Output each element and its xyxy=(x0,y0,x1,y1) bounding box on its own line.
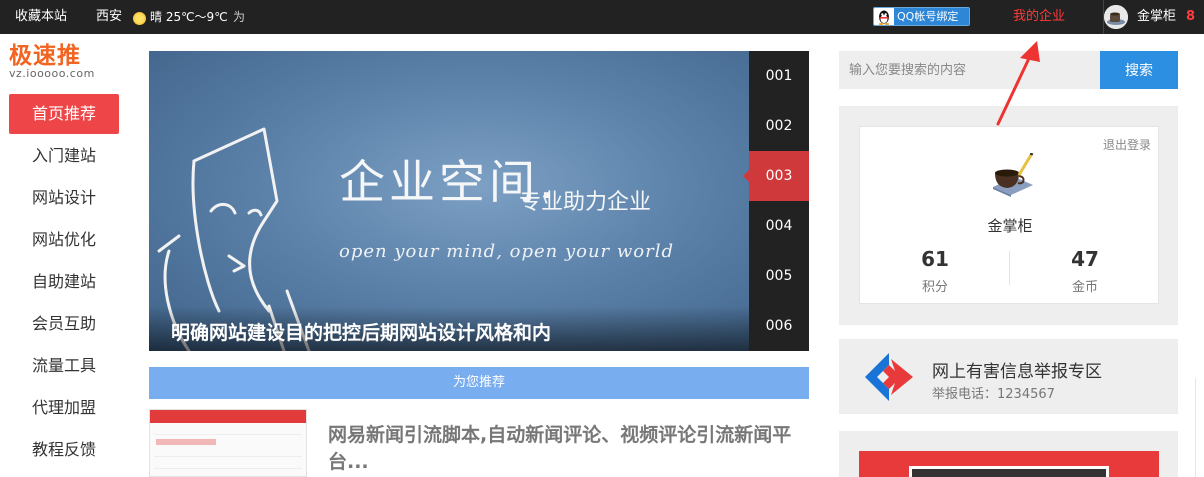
slide-caption-text: 明确网站建设目的把控后期网站设计风格和内 xyxy=(171,322,552,344)
thumbnail-highlight xyxy=(156,439,216,445)
article-thumbnail[interactable] xyxy=(149,409,307,477)
logo-text: 极速推 xyxy=(9,43,81,69)
nav-item-seo[interactable]: 网站优化 xyxy=(9,220,119,262)
points-label: 积分 xyxy=(921,280,948,295)
qq-bind-button[interactable]: QQ帐号绑定 xyxy=(873,7,970,26)
points-value: 61 xyxy=(921,247,949,271)
logo-domain: vz.iooooo.com xyxy=(9,67,95,80)
user-avatar[interactable] xyxy=(1104,5,1128,29)
slide-tab-004[interactable]: 004 xyxy=(749,201,809,251)
report-logo-icon xyxy=(865,353,913,401)
search-button[interactable]: 搜索 xyxy=(1100,51,1178,89)
thumbnail-row xyxy=(154,460,302,469)
notification-count[interactable]: 8 xyxy=(1186,0,1195,34)
nav-item-self-build[interactable]: 自助建站 xyxy=(9,262,119,304)
recommend-header: 为您推荐 xyxy=(149,367,809,399)
nav-item-traffic-tools[interactable]: 流量工具 xyxy=(9,346,119,388)
nav-item-web-design[interactable]: 网站设计 xyxy=(9,178,119,220)
nav-item-tutorial-feedback[interactable]: 教程反馈 xyxy=(9,430,119,472)
slide-tab-005[interactable]: 005 xyxy=(749,251,809,301)
avatar-cup-icon xyxy=(1104,5,1128,29)
page-edge-scrollbar[interactable] xyxy=(1195,378,1204,477)
article-title[interactable]: 网易新闻引流脚本,自动新闻评论、视频评论引流新闻平台... xyxy=(328,422,808,476)
favorite-link[interactable]: 收藏本站 xyxy=(15,0,67,34)
slide-english-slogan: open your mind, open your world xyxy=(339,241,675,262)
my-enterprise-link[interactable]: 我的企业 xyxy=(1013,0,1065,34)
nav-item-home-recommend[interactable]: 首页推荐 xyxy=(9,94,119,134)
thumbnail-row xyxy=(154,448,302,457)
thumbnail-header-strip xyxy=(150,410,306,423)
points-stat: 61 积分 xyxy=(860,247,1010,295)
coins-label: 金币 xyxy=(1071,280,1098,295)
top-bar: 收藏本站 西安 晴 25℃～9℃ 为 QQ帐号绑定 我的企业 金掌柜 8 xyxy=(0,0,1204,34)
qq-bind-label: QQ帐号绑定 xyxy=(894,8,969,25)
slide-tab-001[interactable]: 001 xyxy=(749,51,809,101)
weather-text: 晴 25℃～9℃ xyxy=(150,10,228,24)
ad-banner[interactable] xyxy=(839,431,1178,477)
nav-item-agent[interactable]: 代理加盟 xyxy=(9,388,119,430)
report-phone: 举报电话：1234567 xyxy=(932,387,1055,402)
slide-caption-bar[interactable]: 明确网站建设目的把控后期网站设计风格和内 xyxy=(149,306,749,351)
nav-item-beginner[interactable]: 入门建站 xyxy=(9,136,119,178)
city-label[interactable]: 西安 xyxy=(96,0,122,34)
site-logo[interactable]: 极速推 vz.iooooo.com xyxy=(9,44,129,84)
coins-stat: 47 金币 xyxy=(1010,247,1160,295)
qq-penguin-icon xyxy=(878,10,890,25)
logout-link[interactable]: 退出登录 xyxy=(1103,136,1151,153)
username-link[interactable]: 金掌柜 xyxy=(1137,0,1176,34)
coins-value: 47 xyxy=(1071,247,1099,271)
banner-slider: 企业空间. 专业助力企业 open your mind, open your w… xyxy=(149,51,809,351)
topbar-truncated-text: 为 xyxy=(233,10,246,24)
user-card: 退出登录 金掌柜 61 积分 47 金币 xyxy=(859,126,1159,304)
slide-image[interactable]: 企业空间. 专业助力企业 open your mind, open your w… xyxy=(149,51,749,351)
report-title: 网上有害信息举报专区 xyxy=(932,362,1102,382)
thumbnail-row xyxy=(154,426,302,435)
slide-tab-002[interactable]: 002 xyxy=(749,101,809,151)
annotation-arrow xyxy=(996,41,1040,126)
search-input[interactable] xyxy=(839,51,1100,89)
ad-banner-device xyxy=(909,466,1109,477)
nav-item-member-help[interactable]: 会员互助 xyxy=(9,304,119,346)
sun-icon xyxy=(133,12,146,25)
slide-tab-list: 001 002 003 004 005 006 xyxy=(743,51,809,351)
harmful-info-report-box[interactable]: 网上有害信息举报专区 举报电话：1234567 xyxy=(839,339,1178,414)
card-username: 金掌柜 xyxy=(987,217,1033,235)
slide-tab-006[interactable]: 006 xyxy=(749,301,809,351)
slide-tab-003[interactable]: 003 xyxy=(743,151,809,201)
slide-subheadline: 专业助力企业 xyxy=(519,190,652,215)
coffee-cup-avatar-icon[interactable] xyxy=(985,153,1035,197)
left-nav: 首页推荐 入门建站 网站设计 网站优化 自助建站 会员互助 流量工具 代理加盟 … xyxy=(9,94,119,472)
